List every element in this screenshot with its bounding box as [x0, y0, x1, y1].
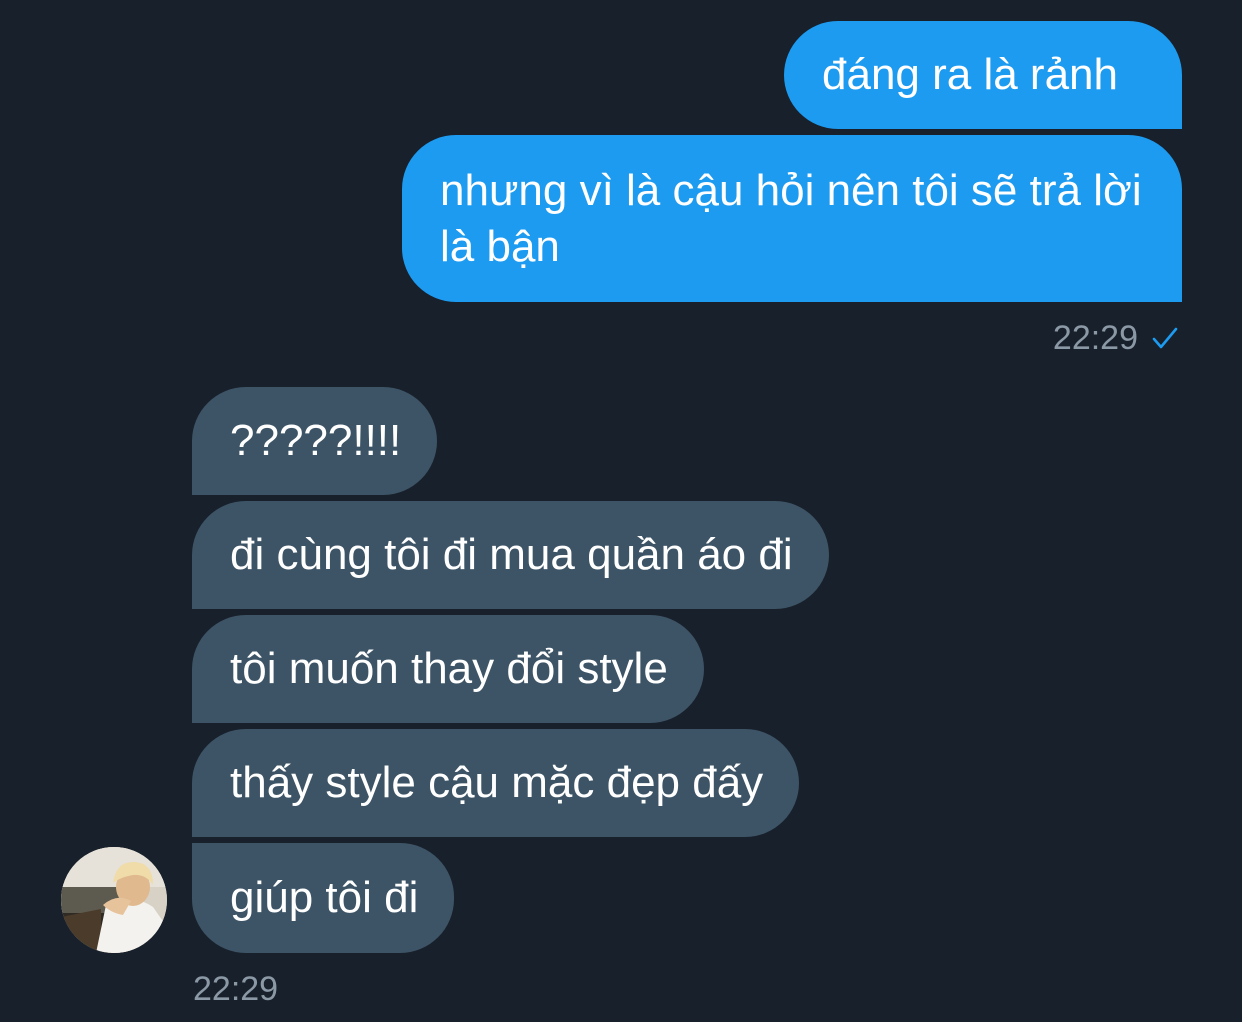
received-message[interactable]: đi cùng tôi đi mua quần áo đi [192, 501, 829, 609]
received-message[interactable]: giúp tôi đi [192, 843, 455, 953]
message-text: ?????!!!! [230, 416, 402, 465]
message-text: đáng ra là rảnh [822, 50, 1118, 99]
message-text: tôi muốn thay đổi style [230, 644, 668, 693]
message-text: đi cùng tôi đi mua quần áo đi [230, 530, 793, 579]
message-text: thấy style cậu mặc đẹp đấy [230, 758, 764, 807]
user-avatar[interactable] [61, 847, 167, 953]
message-text: nhưng vì là cậu hỏi nên tôi sẽ trả lời l… [440, 165, 1142, 271]
received-message-meta: 22:29 [193, 969, 278, 1009]
check-icon [1152, 327, 1178, 349]
received-message[interactable]: ?????!!!! [192, 387, 438, 495]
message-timestamp: 22:29 [193, 970, 279, 1008]
sent-message[interactable]: nhưng vì là cậu hỏi nên tôi sẽ trả lời l… [402, 135, 1182, 302]
message-timestamp: 22:29 [1052, 319, 1138, 357]
message-text: giúp tôi đi [230, 873, 419, 922]
received-message[interactable]: thấy style cậu mặc đẹp đấy [192, 729, 800, 837]
received-message[interactable]: tôi muốn thay đổi style [192, 615, 704, 723]
avatar-photo [61, 847, 167, 953]
sent-message-meta: 22:29 [1053, 318, 1180, 358]
sent-message[interactable]: đáng ra là rảnh [784, 21, 1182, 129]
